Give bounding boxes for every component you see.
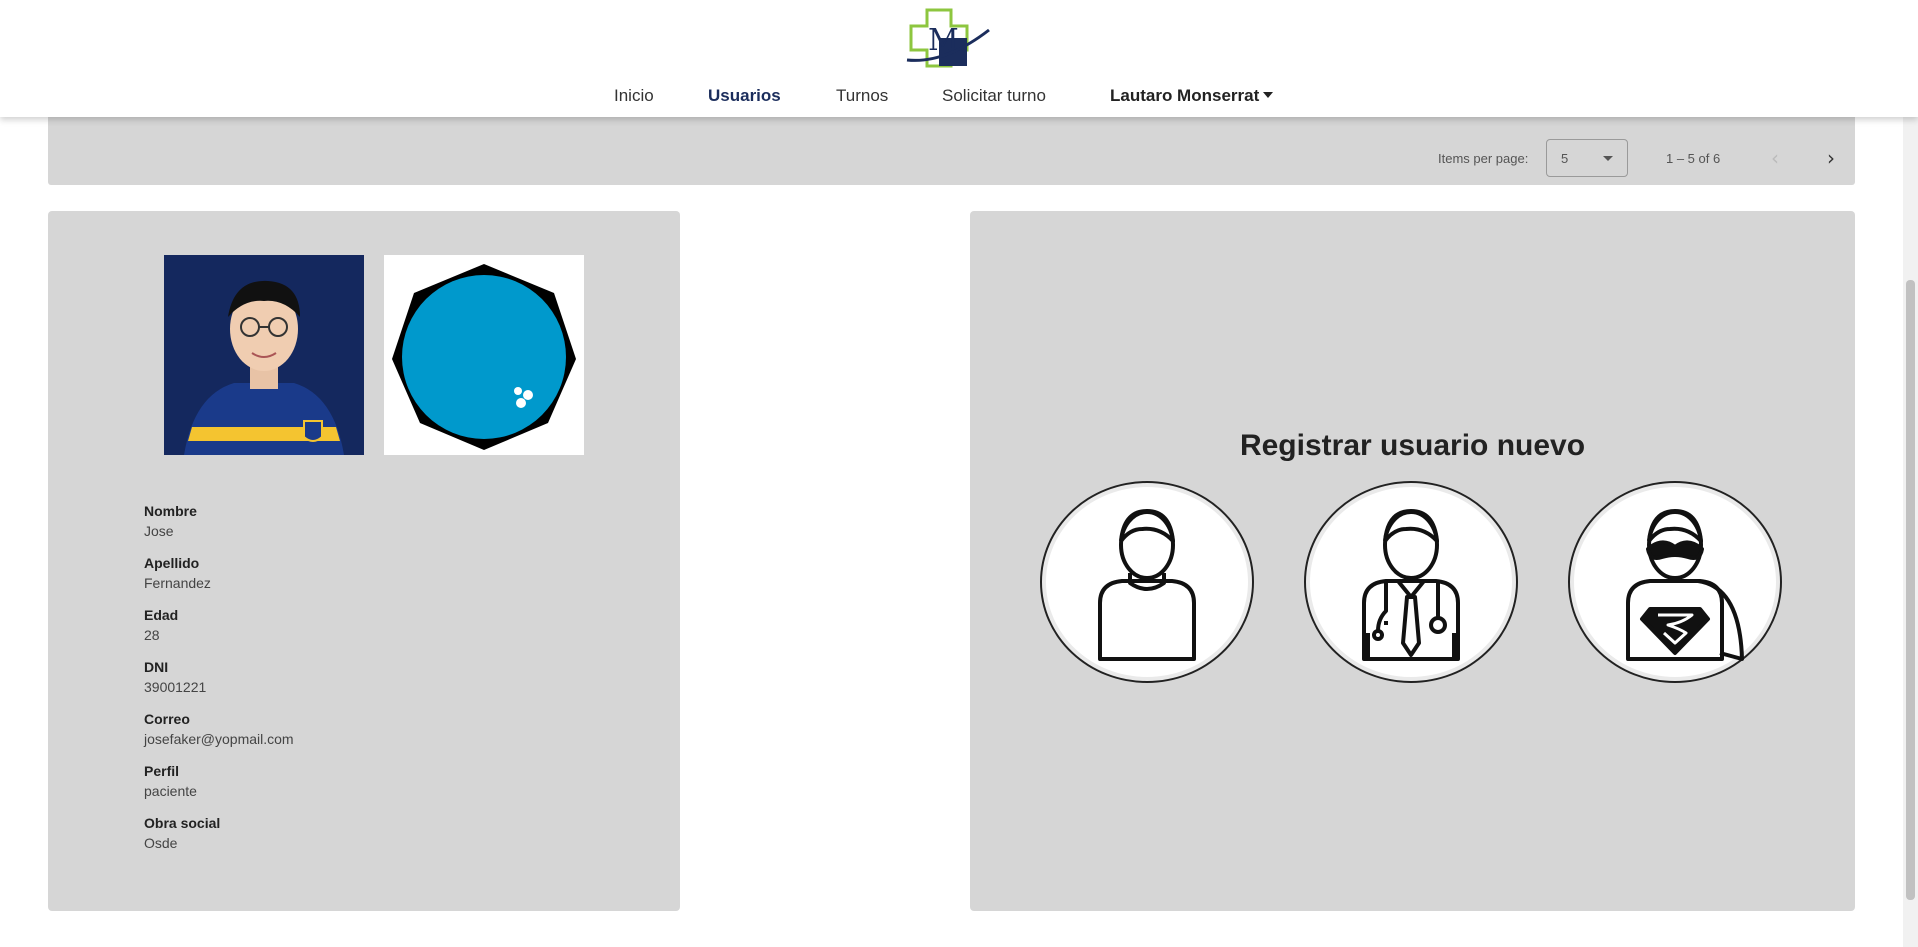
- page-scrollbar[interactable]: [1903, 0, 1918, 947]
- nav-turnos[interactable]: Turnos: [836, 86, 888, 106]
- table-paginator: Items per page: 5 1 – 5 of 6 ‹ ›: [48, 117, 1855, 185]
- field-label-edad: Edad: [144, 607, 179, 623]
- scrollbar-thumb[interactable]: [1906, 280, 1915, 900]
- register-title: Registrar usuario nuevo: [1239, 429, 1586, 462]
- register-patient-button[interactable]: [1040, 481, 1254, 683]
- user-menu-label: Lautaro Monserrat: [1110, 86, 1260, 105]
- field-value-perfil: paciente: [144, 783, 197, 799]
- items-per-page-select[interactable]: 5: [1546, 139, 1628, 177]
- page-range-label: 1 – 5 of 6: [1666, 151, 1721, 166]
- doctor-icon: [1362, 509, 1460, 661]
- top-header: M Inicio Usuarios Turnos Solicitar turno…: [0, 0, 1918, 117]
- nav-usuarios[interactable]: Usuarios: [708, 86, 781, 106]
- field-value-correo: josefaker@yopmail.com: [144, 731, 294, 747]
- field-label-nombre: Nombre: [144, 503, 197, 519]
- clinic-logo[interactable]: M: [905, 8, 993, 72]
- register-user-card: Registrar usuario nuevo: [970, 211, 1855, 911]
- field-value-nombre: Jose: [144, 523, 174, 539]
- dropdown-arrow-icon: [1603, 156, 1613, 161]
- user-menu[interactable]: Lautaro Monserrat: [1110, 86, 1274, 106]
- patient-icon: [1098, 509, 1196, 661]
- register-admin-button[interactable]: [1568, 481, 1782, 683]
- previous-page-button[interactable]: ‹: [1760, 143, 1790, 173]
- field-value-dni: 39001221: [144, 679, 207, 695]
- main-nav: Inicio Usuarios Turnos Solicitar turno L…: [0, 86, 1918, 112]
- field-value-apellido: Fernandez: [144, 575, 211, 591]
- items-per-page-label: Items per page:: [1438, 151, 1529, 166]
- user-secondary-image: [384, 255, 584, 455]
- register-doctor-button[interactable]: [1304, 481, 1518, 683]
- field-label-perfil: Perfil: [144, 763, 180, 779]
- caret-down-icon: [1263, 92, 1274, 98]
- superhero-admin-icon: [1626, 509, 1744, 661]
- field-label-correo: Correo: [144, 711, 190, 727]
- user-detail-card: Nombre Jose Apellido Fernandez Edad 28 D…: [48, 211, 680, 911]
- field-label-dni: DNI: [144, 659, 169, 675]
- field-value-edad: 28: [144, 627, 160, 643]
- next-page-button[interactable]: ›: [1816, 143, 1846, 173]
- field-label-obra-social: Obra social: [144, 815, 221, 831]
- nav-solicitar-turno[interactable]: Solicitar turno: [942, 86, 1046, 106]
- field-label-apellido: Apellido: [144, 555, 200, 571]
- items-per-page-value: 5: [1561, 151, 1569, 166]
- user-photo: [164, 255, 364, 455]
- field-value-obra-social: Osde: [144, 835, 178, 851]
- nav-inicio[interactable]: Inicio: [614, 86, 654, 106]
